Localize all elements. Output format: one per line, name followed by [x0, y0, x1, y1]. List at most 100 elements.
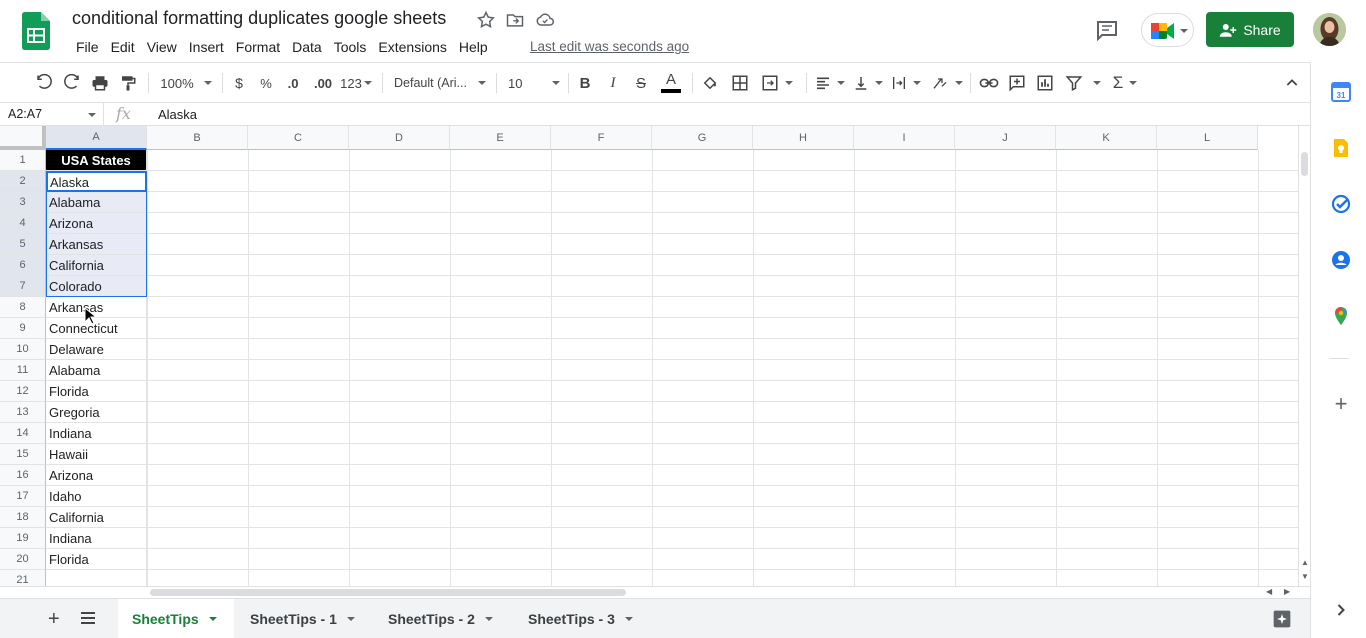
menu-file[interactable]: File	[70, 37, 105, 57]
account-avatar[interactable]	[1313, 13, 1346, 46]
column-header-d[interactable]: D	[349, 126, 450, 150]
cell-a12[interactable]: Florida	[46, 381, 147, 402]
horizontal-scroll-thumb[interactable]	[150, 589, 626, 596]
redo-icon[interactable]	[62, 72, 82, 94]
column-header-e[interactable]: E	[450, 126, 551, 150]
name-box[interactable]: A2:A7	[0, 103, 104, 126]
borders-icon[interactable]	[730, 72, 750, 94]
decrease-decimal-button[interactable]: .0	[282, 72, 304, 94]
functions-icon[interactable]: Σ	[1110, 72, 1140, 94]
column-header-j[interactable]: J	[955, 126, 1056, 150]
sheets-logo-icon[interactable]	[22, 12, 50, 50]
menu-view[interactable]: View	[141, 37, 183, 57]
star-icon[interactable]	[476, 10, 496, 30]
bold-button[interactable]: B	[576, 72, 594, 94]
get-addons-plus-icon[interactable]: +	[1331, 393, 1351, 415]
menu-help[interactable]: Help	[453, 37, 494, 57]
cell-a19[interactable]: Indiana	[46, 528, 147, 549]
fill-color-icon[interactable]	[700, 72, 720, 94]
menu-extensions[interactable]: Extensions	[372, 37, 452, 57]
cell-a18[interactable]: California	[46, 507, 147, 528]
vertical-scrollbar[interactable]: ▲ ▼	[1298, 126, 1310, 586]
formula-input[interactable]: Alaska	[158, 107, 197, 122]
increase-decimal-button[interactable]: .00	[310, 72, 336, 94]
cell-a7[interactable]: Colorado	[46, 276, 147, 297]
column-header-a[interactable]: A	[46, 126, 147, 150]
cell-a16[interactable]: Arizona	[46, 465, 147, 486]
comment-history-icon[interactable]	[1095, 18, 1119, 42]
sheet-tab-menu-chevron-icon[interactable]	[208, 617, 217, 621]
share-button[interactable]: Share	[1206, 12, 1294, 47]
collapse-menu-chevron-icon[interactable]	[1282, 72, 1302, 94]
merge-cells-icon[interactable]	[758, 72, 796, 94]
menu-data[interactable]: Data	[286, 37, 328, 57]
row-header-9[interactable]: 9	[0, 318, 46, 339]
cell-a11[interactable]: Alabama	[46, 360, 147, 381]
add-sheet-icon[interactable]: +	[48, 608, 60, 631]
cell-a6[interactable]: California	[46, 255, 147, 276]
row-header-18[interactable]: 18	[0, 507, 46, 528]
cell-a5[interactable]: Arkansas	[46, 234, 147, 255]
text-color-button[interactable]: A	[660, 72, 682, 94]
font-family-select[interactable]: Default (Ari...	[394, 72, 486, 94]
menu-format[interactable]: Format	[230, 37, 286, 57]
cell-a4[interactable]: Arizona	[46, 213, 147, 234]
more-formats-select[interactable]: 123	[340, 72, 372, 94]
cell-grid[interactable]: A B C D E F G H I J K L 1 USA States 2 Alaska 3 Alabama 4 A…	[0, 126, 1298, 586]
strikethrough-button[interactable]: S	[632, 72, 650, 94]
insert-chart-icon[interactable]	[1035, 72, 1055, 94]
column-header-l[interactable]: L	[1157, 126, 1258, 150]
cell-a3[interactable]: Alabama	[46, 192, 147, 213]
scroll-down-arrow-icon[interactable]: ▼	[1301, 572, 1309, 581]
all-sheets-menu-icon[interactable]	[80, 611, 96, 630]
row-header-10[interactable]: 10	[0, 339, 46, 360]
column-header-g[interactable]: G	[652, 126, 753, 150]
menu-edit[interactable]: Edit	[105, 37, 141, 57]
paint-format-icon[interactable]	[118, 72, 138, 94]
menu-insert[interactable]: Insert	[183, 37, 230, 57]
sheet-tab-sheettips[interactable]: SheetTips	[118, 599, 234, 638]
vertical-scroll-thumb[interactable]	[1301, 152, 1308, 176]
row-header-8[interactable]: 8	[0, 297, 46, 318]
tasks-icon[interactable]	[1331, 194, 1351, 214]
row-header-15[interactable]: 15	[0, 444, 46, 465]
row-header-4[interactable]: 4	[0, 213, 46, 234]
row-header-5[interactable]: 5	[0, 234, 46, 255]
cell-a14[interactable]: Indiana	[46, 423, 147, 444]
row-header-14[interactable]: 14	[0, 423, 46, 444]
vertical-align-icon[interactable]	[852, 72, 884, 94]
print-icon[interactable]	[90, 72, 110, 94]
calendar-icon[interactable]: 31	[1331, 82, 1351, 102]
column-header-b[interactable]: B	[147, 126, 248, 150]
row-header-13[interactable]: 13	[0, 402, 46, 423]
expand-side-panel-chevron-icon[interactable]	[1331, 600, 1351, 620]
row-header-1[interactable]: 1	[0, 150, 46, 171]
column-header-h[interactable]: H	[753, 126, 854, 150]
italic-button[interactable]: I	[604, 72, 622, 94]
zoom-select[interactable]: 100%	[158, 72, 214, 94]
row-header-11[interactable]: 11	[0, 360, 46, 381]
menu-tools[interactable]: Tools	[328, 37, 373, 57]
percent-format-button[interactable]: %	[257, 72, 275, 94]
insert-link-icon[interactable]	[978, 72, 1000, 94]
scroll-up-arrow-icon[interactable]: ▲	[1301, 558, 1309, 567]
row-header-17[interactable]: 17	[0, 486, 46, 507]
column-header-i[interactable]: I	[854, 126, 955, 150]
maps-icon[interactable]	[1331, 306, 1351, 326]
sheet-tab-menu-chevron-icon[interactable]	[624, 617, 633, 621]
row-header-21[interactable]: 21	[0, 570, 46, 586]
cell-a13[interactable]: Gregoria	[46, 402, 147, 423]
document-title[interactable]: conditional formatting duplicates google…	[72, 8, 446, 29]
row-header-2[interactable]: 2	[0, 171, 46, 192]
cloud-saved-icon[interactable]	[535, 10, 555, 30]
row-header-20[interactable]: 20	[0, 549, 46, 570]
header-cell-a1[interactable]: USA States	[46, 150, 147, 171]
sheet-tab-sheettips-2[interactable]: SheetTips - 2	[388, 599, 493, 638]
cell-a21[interactable]	[46, 570, 147, 586]
sheet-tab-menu-chevron-icon[interactable]	[346, 617, 355, 621]
last-edit-link[interactable]: Last edit was seconds ago	[530, 39, 689, 54]
cell-a15[interactable]: Hawaii	[46, 444, 147, 465]
horizontal-align-icon[interactable]	[814, 72, 846, 94]
text-rotation-icon[interactable]	[930, 72, 964, 94]
cell-a17[interactable]: Idaho	[46, 486, 147, 507]
